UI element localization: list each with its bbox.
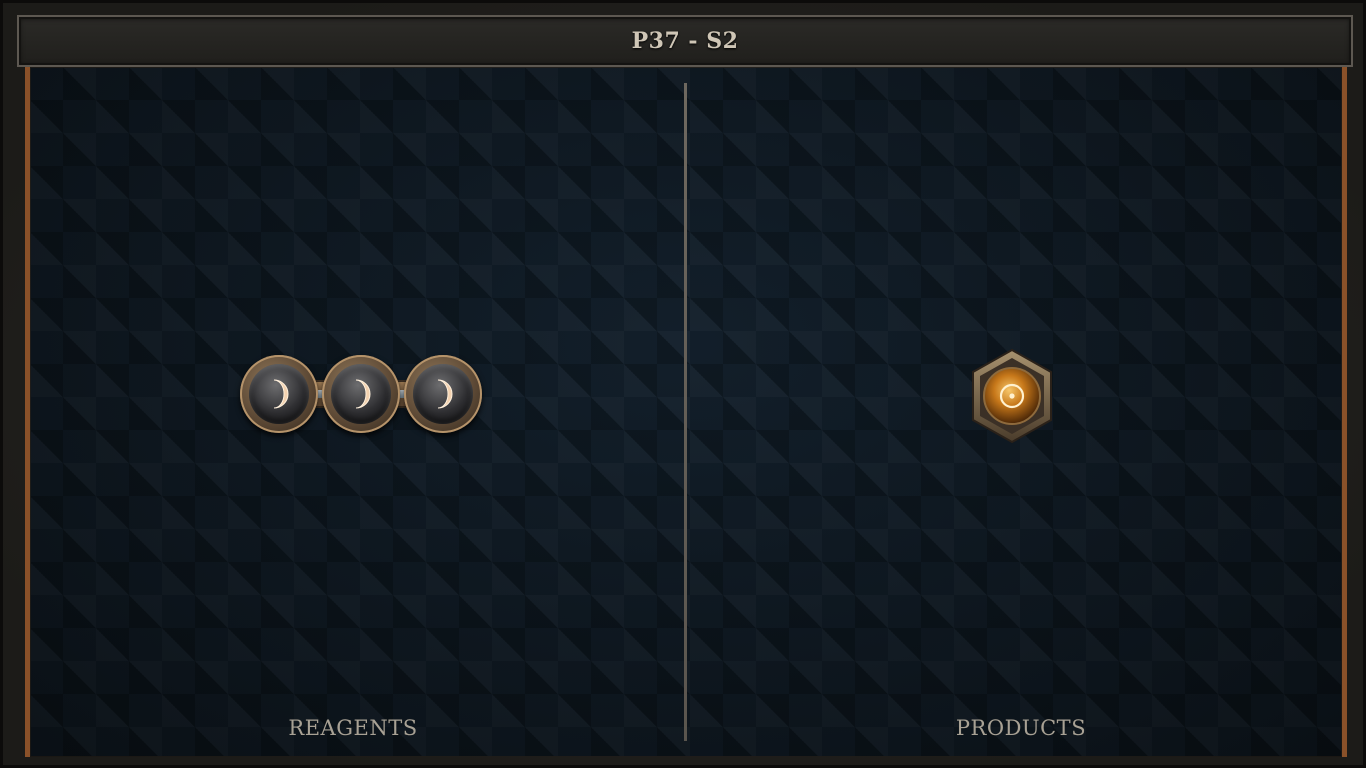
products-label: PRODUCTS bbox=[955, 716, 1087, 740]
title-bar: P37 - S2 bbox=[17, 15, 1353, 67]
crescent-moon-icon bbox=[437, 379, 453, 409]
reagent-molecule[interactable] bbox=[238, 355, 483, 435]
reagents-label: REAGENTS bbox=[288, 716, 418, 740]
reagent-atom[interactable] bbox=[404, 355, 482, 433]
crescent-moon-icon bbox=[273, 379, 289, 409]
product-atom[interactable] bbox=[969, 348, 1055, 444]
crescent-moon-icon bbox=[355, 379, 371, 409]
puzzle-title: P37 - S2 bbox=[631, 28, 739, 54]
panel-divider bbox=[684, 83, 687, 741]
reagent-atom[interactable] bbox=[240, 355, 318, 433]
reagent-atom[interactable] bbox=[322, 355, 400, 433]
game-window-frame: P37 - S2 REAGENTS PRODUCTS bbox=[0, 0, 1366, 768]
